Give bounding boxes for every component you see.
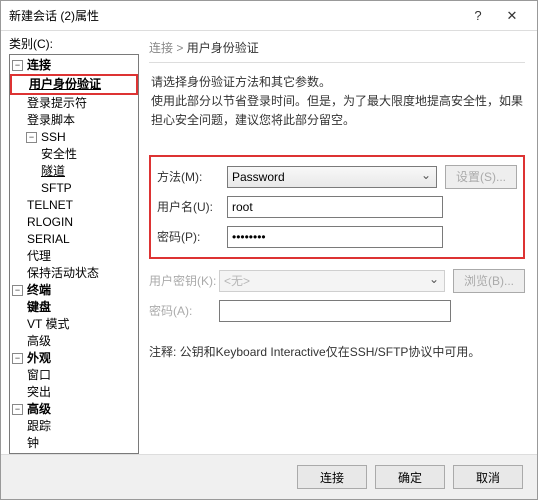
collapse-icon[interactable]: − xyxy=(12,285,23,296)
username-input[interactable] xyxy=(227,196,443,218)
settings-button[interactable]: 设置(S)... xyxy=(445,165,517,189)
userkey-label: 用户密钥(K): xyxy=(149,272,219,289)
dialog-window: 新建会话 (2)属性 ? ✕ 类别(C): −连接 用户身份验证 登录提示符 登… xyxy=(0,0,538,500)
userkey-select: <无> xyxy=(219,270,445,292)
category-tree[interactable]: −连接 用户身份验证 登录提示符 登录脚本 −SSH 安全性 隧道 SFTP xyxy=(9,54,139,454)
method-label: 方法(M): xyxy=(157,168,227,185)
tree-node-ssh[interactable]: −SSH xyxy=(10,129,138,146)
tree-node-security[interactable]: 安全性 xyxy=(10,146,138,163)
browse-button: 浏览(B)... xyxy=(453,269,525,293)
tree-node-sftp[interactable]: SFTP xyxy=(10,180,138,197)
tree-node-trace[interactable]: 跟踪 xyxy=(10,418,138,435)
ok-button[interactable]: 确定 xyxy=(375,465,445,489)
tree-node-highlight[interactable]: 突出 xyxy=(10,384,138,401)
window-title: 新建会话 (2)属性 xyxy=(9,7,461,24)
password-label: 密码(P): xyxy=(157,228,227,245)
form-area: 方法(M): Password 设置(S)... 用户名(U): xyxy=(149,155,525,360)
highlighted-group: 方法(M): Password 设置(S)... 用户名(U): xyxy=(149,155,525,259)
tree-node-vtmode[interactable]: VT 模式 xyxy=(10,316,138,333)
tree-node-advanced[interactable]: −高级 xyxy=(10,401,138,418)
connect-button[interactable]: 连接 xyxy=(297,465,367,489)
tree-node-tunnel[interactable]: 隧道 xyxy=(10,163,138,180)
method-select[interactable]: Password xyxy=(227,166,437,188)
breadcrumb-root[interactable]: 连接 xyxy=(149,41,173,55)
tree-node-terminal[interactable]: −终端 xyxy=(10,282,138,299)
desc-line2: 使用此部分以节省登录时间。但是，为了最大限度地提高安全性，如果担心安全问题，建议… xyxy=(151,92,523,130)
help-button[interactable]: ? xyxy=(461,8,495,23)
description: 请选择身份验证方法和其它参数。 使用此部分以节省登录时间。但是，为了最大限度地提… xyxy=(149,63,525,141)
tree-node-serial[interactable]: SERIAL xyxy=(10,231,138,248)
tree-node-keyboard[interactable]: 键盘 xyxy=(10,299,138,316)
tree-node-auth[interactable]: 用户身份验证 xyxy=(12,76,136,93)
collapse-icon[interactable]: − xyxy=(12,404,23,415)
username-label: 用户名(U): xyxy=(157,198,227,215)
tree-node-keepalive[interactable]: 保持活动状态 xyxy=(10,265,138,282)
collapse-icon[interactable]: − xyxy=(26,132,37,143)
note-text: 注释: 公钥和Keyboard Interactive仅在SSH/SFTP协议中… xyxy=(149,343,525,360)
tree-node-rlogin[interactable]: RLOGIN xyxy=(10,214,138,231)
close-button[interactable]: ✕ xyxy=(495,8,529,24)
tree-node-term-advanced[interactable]: 高级 xyxy=(10,333,138,350)
dialog-footer: 连接 确定 取消 xyxy=(1,454,537,499)
collapse-icon[interactable]: − xyxy=(12,353,23,364)
titlebar: 新建会话 (2)属性 ? ✕ xyxy=(1,1,537,31)
breadcrumb-current: 用户身份验证 xyxy=(187,41,259,55)
password-input[interactable] xyxy=(227,226,443,248)
tree-node-proxy[interactable]: 代理 xyxy=(10,248,138,265)
dialog-body: 类别(C): −连接 用户身份验证 登录提示符 登录脚本 −SSH 安全性 隧道 xyxy=(1,31,537,454)
tree-node-connection[interactable]: −连接 xyxy=(10,57,138,74)
breadcrumb-sep: > xyxy=(176,41,183,55)
tree-node-window[interactable]: 窗口 xyxy=(10,367,138,384)
cancel-button[interactable]: 取消 xyxy=(453,465,523,489)
passphrase-input xyxy=(219,300,451,322)
right-panel: 连接 > 用户身份验证 请选择身份验证方法和其它参数。 使用此部分以节省登录时间… xyxy=(145,35,529,454)
collapse-icon[interactable]: − xyxy=(12,60,23,71)
tree-node-appearance[interactable]: −外观 xyxy=(10,350,138,367)
breadcrumb: 连接 > 用户身份验证 xyxy=(149,35,525,63)
tree-node-login-script[interactable]: 登录脚本 xyxy=(10,112,138,129)
tree-node-bell[interactable]: 钟 xyxy=(10,435,138,452)
tree-node-login-prompt[interactable]: 登录提示符 xyxy=(10,95,138,112)
category-label: 类别(C): xyxy=(9,35,139,52)
desc-line1: 请选择身份验证方法和其它参数。 xyxy=(151,73,523,92)
left-panel: 类别(C): −连接 用户身份验证 登录提示符 登录脚本 −SSH 安全性 隧道 xyxy=(9,35,139,454)
passphrase-label: 密码(A): xyxy=(149,302,219,319)
tree-node-telnet[interactable]: TELNET xyxy=(10,197,138,214)
